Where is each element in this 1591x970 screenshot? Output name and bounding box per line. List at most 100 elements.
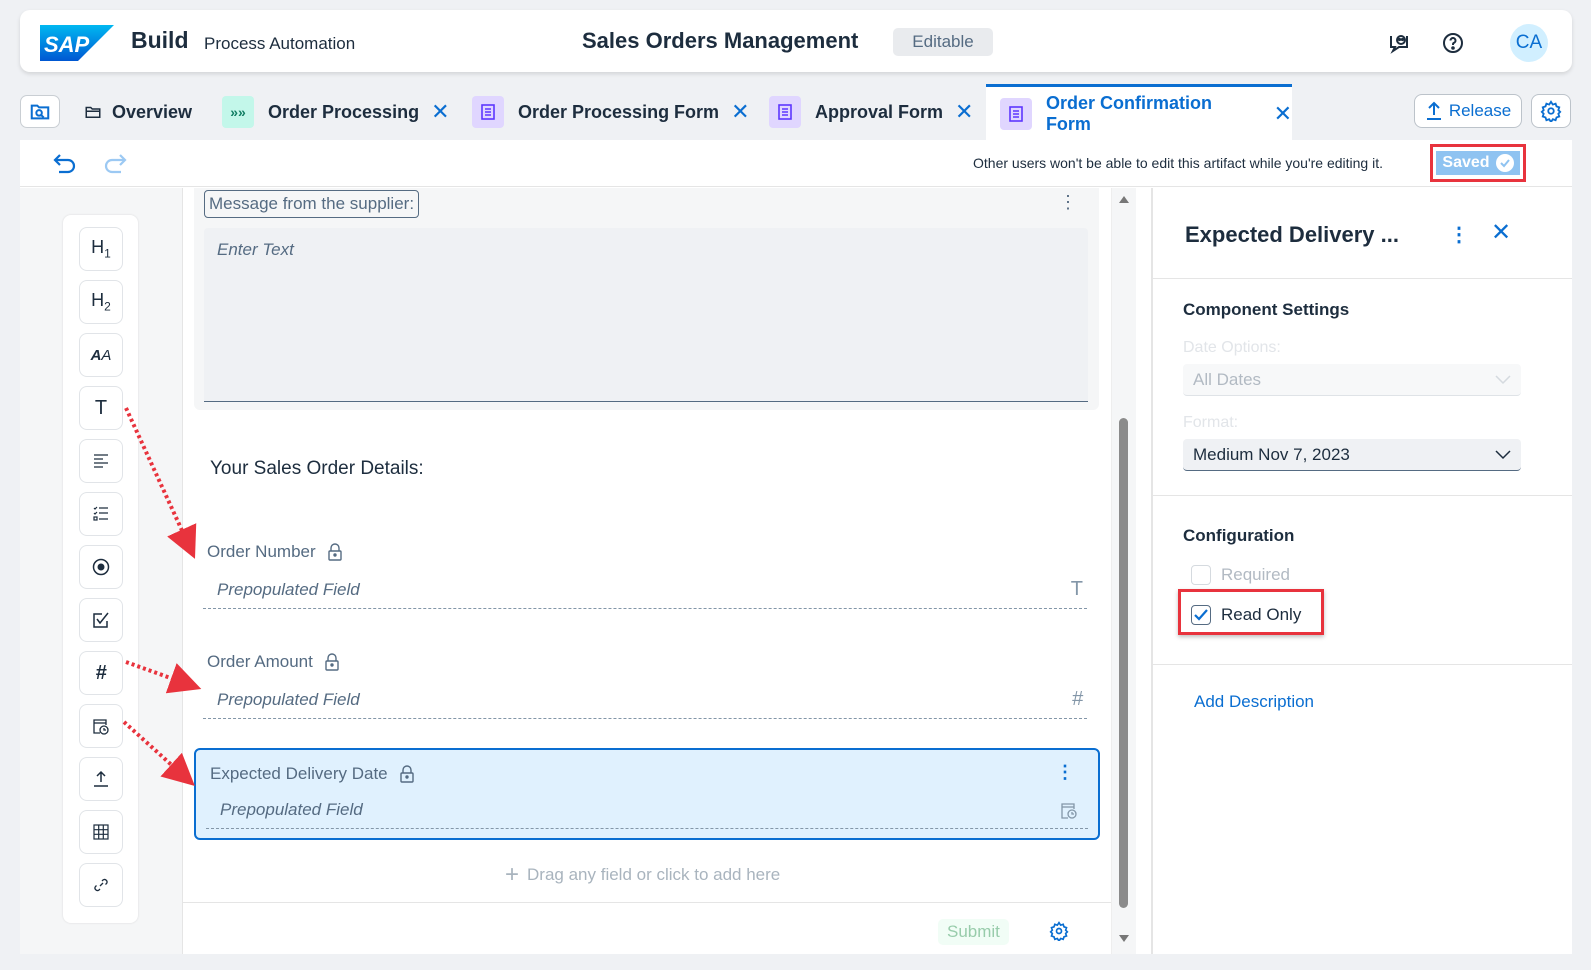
number-icon: #	[95, 661, 107, 684]
upload-icon	[1426, 101, 1441, 120]
user-avatar[interactable]: CA	[1510, 24, 1548, 62]
divider	[1153, 664, 1572, 665]
field-label-wrapper: Expected Delivery Date	[210, 764, 414, 784]
redo-icon[interactable]	[102, 152, 128, 174]
close-tab-icon[interactable]: ✕	[1274, 101, 1292, 127]
folder-icon	[85, 106, 101, 118]
message-component[interactable]: Message from the supplier: ⋮ Enter Text	[194, 188, 1099, 410]
field-underline	[206, 828, 1088, 829]
field-label: Expected Delivery Date	[210, 764, 388, 783]
number-button[interactable]: #	[79, 651, 123, 695]
release-label: Release	[1448, 101, 1512, 120]
saved-status: Saved	[1436, 151, 1520, 175]
required-checkbox-row[interactable]: Required	[1191, 565, 1290, 585]
search-artifacts-button[interactable]	[20, 95, 60, 128]
submit-button[interactable]: Submit	[938, 919, 1009, 945]
gear-icon[interactable]	[1049, 921, 1069, 941]
heading1-button[interactable]: H1	[79, 227, 123, 271]
search-folder-icon	[30, 104, 50, 119]
table-button[interactable]	[79, 810, 123, 854]
divider	[1153, 495, 1572, 496]
form-canvas: Message from the supplier: ⋮ Enter Text …	[182, 188, 1136, 954]
field-underline	[203, 718, 1087, 719]
check-circle-icon	[1495, 154, 1514, 172]
svg-text:SAP: SAP	[44, 32, 90, 57]
text-style-button[interactable]: AA	[79, 333, 123, 377]
add-field-dropzone[interactable]: + Drag any field or click to add here	[505, 861, 780, 889]
link-icon	[94, 878, 108, 892]
format-select[interactable]: Medium Nov 7, 2023	[1183, 439, 1521, 471]
heading2-icon: H2	[91, 290, 111, 314]
form-footer: Submit	[183, 902, 1111, 954]
scroll-thumb[interactable]	[1119, 418, 1128, 908]
form-icon	[1000, 97, 1032, 130]
canvas-scrollbar[interactable]	[1111, 188, 1136, 954]
lock-message: Other users won't be able to edit this a…	[973, 155, 1383, 171]
tab-approval-form[interactable]: Approval Form ✕	[769, 84, 973, 140]
date-options-value: All Dates	[1193, 369, 1262, 389]
scroll-up-arrow[interactable]	[1119, 196, 1129, 203]
chevron-down-icon	[1495, 449, 1511, 459]
message-textarea[interactable]: Enter Text	[204, 228, 1088, 402]
file-upload-button[interactable]	[79, 757, 123, 801]
field-expected-delivery-date[interactable]: Expected Delivery Date ⋮ Prepopulated Fi…	[194, 748, 1100, 840]
close-icon[interactable]: ✕	[1491, 218, 1511, 247]
add-description-link[interactable]: Add Description	[1194, 692, 1314, 712]
field-label: Order Amount	[207, 652, 313, 671]
tab-order-processing-form[interactable]: Order Processing Form ✕	[472, 84, 750, 140]
heading2-button[interactable]: H2	[79, 280, 123, 324]
tab-order-processing[interactable]: »» Order Processing ✕	[222, 84, 450, 140]
tab-bar: Overview »» Order Processing ✕ Order Pro…	[20, 84, 1572, 140]
settings-button[interactable]	[1531, 94, 1571, 128]
add-here-label: Drag any field or click to add here	[527, 865, 781, 884]
radio-icon	[92, 558, 110, 576]
sap-logo: SAP	[40, 25, 114, 61]
tab-label: Order Confirmation Form	[1045, 92, 1212, 134]
heading1-icon: H1	[91, 237, 111, 261]
radio-button-control[interactable]	[79, 545, 123, 589]
paragraph-button[interactable]	[79, 439, 123, 483]
text-field-button[interactable]: T	[79, 386, 123, 430]
saved-label: Saved	[1442, 154, 1490, 171]
link-button[interactable]	[79, 863, 123, 907]
field-label: Order Number	[207, 542, 316, 561]
feedback-icon[interactable]	[1386, 30, 1412, 56]
read-only-checkbox-row[interactable]: Read Only	[1191, 605, 1301, 625]
lock-icon	[325, 653, 339, 671]
close-tab-icon[interactable]: ✕	[431, 99, 449, 125]
checkbox-control[interactable]	[79, 598, 123, 642]
plus-icon: +	[505, 861, 520, 888]
section-title: Your Sales Order Details:	[210, 458, 424, 479]
read-only-checkbox[interactable]	[1191, 605, 1211, 625]
checklist-button[interactable]	[79, 492, 123, 536]
required-checkbox[interactable]	[1191, 565, 1211, 585]
more-options-icon[interactable]: ⋮	[1449, 222, 1469, 247]
field-value: Prepopulated Field	[220, 800, 363, 819]
close-tab-icon[interactable]: ✕	[955, 99, 973, 125]
release-button[interactable]: Release	[1414, 94, 1522, 128]
date-button[interactable]	[79, 704, 123, 748]
saved-status-highlight: Saved	[1430, 144, 1526, 182]
required-label: Required	[1221, 565, 1290, 584]
close-tab-icon[interactable]: ✕	[731, 99, 749, 125]
format-value: Medium Nov 7, 2023	[1193, 444, 1350, 464]
date-options-label: Date Options:	[1183, 339, 1281, 356]
message-label[interactable]: Message from the supplier:	[204, 190, 420, 218]
date-options-select: All Dates	[1183, 364, 1521, 396]
more-options-icon[interactable]: ⋮	[1059, 192, 1077, 213]
undo-icon[interactable]	[52, 152, 78, 174]
more-options-icon[interactable]: ⋮	[1056, 762, 1074, 783]
scroll-down-arrow[interactable]	[1119, 935, 1129, 942]
tab-order-confirmation-form[interactable]: Order Confirmation Form ✕	[986, 84, 1292, 140]
read-only-label: Read Only	[1221, 605, 1302, 624]
text-field-icon: T	[94, 396, 108, 419]
tab-overview[interactable]: Overview	[84, 84, 192, 140]
upload-icon	[94, 770, 108, 787]
checkmark-icon	[1194, 609, 1208, 621]
form-icon	[769, 96, 801, 128]
field-label-wrapper: Order Number	[207, 542, 342, 562]
editor-toolbar: Other users won't be able to edit this a…	[20, 140, 1572, 187]
component-settings-heading: Component Settings	[1183, 300, 1350, 319]
help-icon[interactable]	[1440, 30, 1466, 56]
number-type-icon: #	[1071, 688, 1083, 710]
